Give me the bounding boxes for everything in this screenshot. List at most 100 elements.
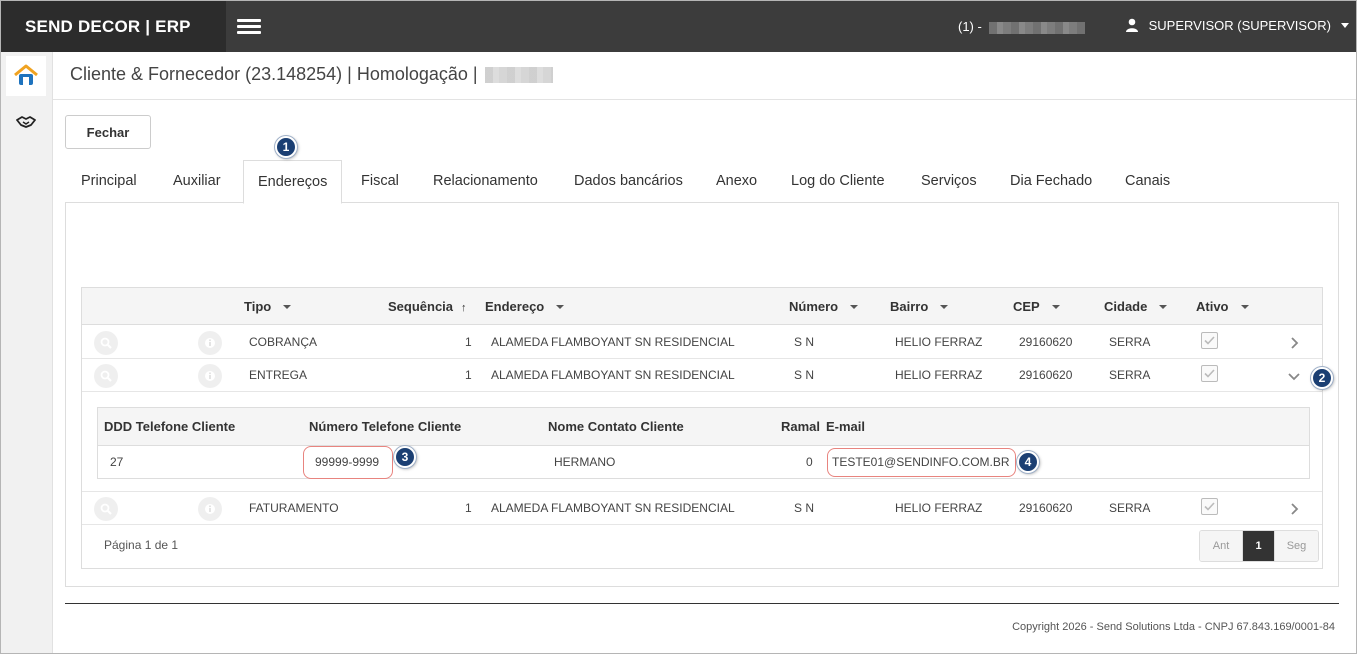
cell-tipo: FATURAMENTO: [249, 501, 339, 515]
col-cep[interactable]: CEP: [1013, 288, 1060, 325]
title-divider: [53, 99, 1356, 100]
search-icon[interactable]: [94, 331, 118, 355]
page-title-text: Cliente & Fornecedor (23.148254) | Homol…: [70, 64, 478, 84]
footer-divider: [65, 603, 1339, 604]
sort-menu-icon[interactable]: [940, 305, 949, 309]
annotation-badge-4: 4: [1017, 451, 1039, 473]
cell-contato: HERMANO: [554, 455, 616, 469]
col-endereco[interactable]: Endereço: [485, 288, 565, 325]
sort-menu-icon[interactable]: [1159, 305, 1168, 309]
chevron-right-icon[interactable]: [1290, 337, 1300, 349]
cell-sequencia: 1: [465, 368, 472, 382]
redacted-company: [989, 21, 1086, 34]
search-icon[interactable]: [94, 497, 118, 521]
col-ddd[interactable]: DDD Telefone Cliente: [104, 408, 235, 446]
cell-sequencia: 1: [465, 501, 472, 515]
cell-endereco: ALAMEDA FLAMBOYANT SN RESIDENCIAL: [491, 335, 735, 349]
tab-dados-bancarios[interactable]: Dados bancários: [574, 160, 683, 203]
cell-cidade: SERRA: [1109, 335, 1151, 349]
cell-ramal: 0: [806, 455, 813, 469]
row-detail: DDD Telefone Cliente Número Telefone Cli…: [82, 392, 1322, 492]
col-numero[interactable]: Número: [789, 288, 859, 325]
cell-bairro: HELIO FERRAZ: [895, 501, 983, 515]
home-icon: [14, 64, 38, 85]
info-icon[interactable]: [198, 331, 222, 355]
contact-subgrid: DDD Telefone Cliente Número Telefone Cli…: [97, 407, 1310, 479]
cell-sequencia: 1: [465, 335, 472, 349]
tab-enderecos[interactable]: Endereços: [243, 160, 343, 204]
cell-numero: S N: [794, 501, 815, 515]
cell-tipo: ENTREGA: [249, 368, 308, 382]
tab-auxiliar[interactable]: Auxiliar: [173, 160, 221, 203]
ativo-checkbox[interactable]: [1201, 332, 1218, 349]
next-page-button[interactable]: Seg: [1275, 531, 1318, 561]
sort-menu-icon[interactable]: [556, 305, 565, 309]
page-title: Cliente & Fornecedor (23.148254) | Homol…: [70, 64, 553, 85]
tab-canais[interactable]: Canais: [1125, 160, 1170, 203]
cell-cep: 29160620: [1019, 335, 1073, 349]
address-grid: Tipo Sequência ↑ Endereço Número Bairro C…: [81, 287, 1323, 569]
sort-menu-icon[interactable]: [1240, 305, 1249, 309]
col-cidade[interactable]: Cidade: [1104, 288, 1168, 325]
tab-log-do-cliente[interactable]: Log do Cliente: [791, 160, 885, 203]
info-icon[interactable]: [198, 364, 222, 388]
col-ativo[interactable]: Ativo: [1196, 288, 1249, 325]
company-prefix: (1) -: [958, 19, 982, 34]
annotation-badge-2: 2: [1311, 367, 1333, 389]
cell-cep: 29160620: [1019, 368, 1073, 382]
close-button[interactable]: Fechar: [65, 115, 151, 149]
col-contato[interactable]: Nome Contato Cliente: [548, 408, 684, 446]
left-rail: [1, 52, 53, 653]
grid-header: Tipo Sequência ↑ Endereço Número Bairro C…: [82, 288, 1322, 325]
user-menu[interactable]: SUPERVISOR (SUPERVISOR): [1125, 18, 1349, 33]
pager-text: Página 1 de 1: [104, 538, 179, 552]
annotation-badge-1: 1: [275, 136, 297, 158]
col-ramal[interactable]: Ramal: [781, 408, 820, 446]
tab-bar: Principal Auxiliar Endereços Fiscal Rela…: [65, 160, 1339, 204]
pagination: Ant 1 Seg: [1199, 530, 1319, 562]
cell-cidade: SERRA: [1109, 501, 1151, 515]
chevron-down-icon[interactable]: [1288, 372, 1300, 382]
rail-clients[interactable]: [6, 102, 46, 142]
cell-numero: S N: [794, 368, 815, 382]
footer-copyright: Copyright 2026 - Send Solutions Ltda - C…: [1012, 621, 1335, 633]
tab-principal[interactable]: Principal: [81, 160, 137, 203]
col-tipo[interactable]: Tipo: [244, 288, 292, 325]
cell-endereco: ALAMEDA FLAMBOYANT SN RESIDENCIAL: [491, 501, 735, 515]
tab-dia-fechado[interactable]: Dia Fechado: [1010, 160, 1092, 203]
chevron-right-icon[interactable]: [1290, 503, 1300, 515]
prev-page-button[interactable]: Ant: [1200, 531, 1243, 561]
sort-menu-icon[interactable]: [1051, 305, 1060, 309]
brand-logo[interactable]: SEND DECOR | ERP: [1, 1, 226, 52]
table-row[interactable]: COBRANÇA 1 ALAMEDA FLAMBOYANT SN RESIDEN…: [82, 326, 1322, 359]
cell-cidade: SERRA: [1109, 368, 1151, 382]
col-sequencia[interactable]: Sequência ↑: [388, 288, 467, 325]
col-bairro[interactable]: Bairro: [890, 288, 949, 325]
tab-relacionamento[interactable]: Relacionamento: [433, 160, 538, 203]
phone-highlight: [303, 446, 393, 479]
sort-menu-icon[interactable]: [850, 305, 859, 309]
user-name: SUPERVISOR (SUPERVISOR): [1148, 18, 1331, 33]
cell-ddd: 27: [110, 455, 124, 469]
sort-menu-icon[interactable]: [283, 305, 292, 309]
menu-icon[interactable]: [237, 19, 261, 35]
subgrid-header: DDD Telefone Cliente Número Telefone Cli…: [98, 408, 1309, 446]
ativo-checkbox[interactable]: [1201, 365, 1218, 382]
table-row[interactable]: ENTREGA 1 ALAMEDA FLAMBOYANT SN RESIDENC…: [82, 359, 1322, 392]
ativo-checkbox[interactable]: [1201, 498, 1218, 515]
col-telefone[interactable]: Número Telefone Cliente: [309, 408, 461, 446]
tab-servicos[interactable]: Serviços: [921, 160, 977, 203]
col-email[interactable]: E-mail: [826, 408, 865, 446]
caret-down-icon: [1340, 23, 1349, 28]
sort-asc-icon: ↑: [461, 302, 467, 314]
page-1-button[interactable]: 1: [1243, 531, 1275, 561]
info-icon[interactable]: [198, 497, 222, 521]
search-icon[interactable]: [94, 364, 118, 388]
tab-fiscal[interactable]: Fiscal: [361, 160, 399, 203]
tab-anexo[interactable]: Anexo: [716, 160, 757, 203]
handshake-icon: [16, 116, 36, 128]
table-row[interactable]: FATURAMENTO 1 ALAMEDA FLAMBOYANT SN RESI…: [82, 492, 1322, 525]
cell-bairro: HELIO FERRAZ: [895, 368, 983, 382]
rail-home[interactable]: [6, 56, 46, 96]
company-selector[interactable]: (1) -: [958, 19, 1086, 34]
